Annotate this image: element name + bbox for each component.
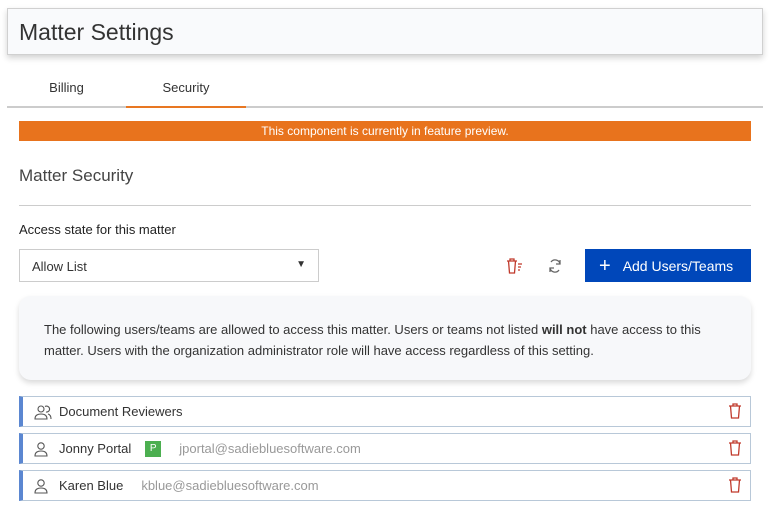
trash-icon [729, 440, 741, 456]
list-item: Karen Blue kblue@sadiebluesoftware.com [19, 470, 751, 501]
trash-list-icon [507, 258, 522, 274]
access-state-select[interactable]: Allow List ▼ [19, 249, 319, 282]
list-item: Document Reviewers [19, 396, 751, 427]
divider [19, 205, 751, 206]
access-state-label: Access state for this matter [19, 222, 176, 237]
refresh-icon [549, 259, 561, 273]
add-users-teams-label: Add Users/Teams [622, 257, 734, 274]
tab-security[interactable]: Security [126, 80, 246, 108]
trash-icon [729, 477, 741, 493]
list-item: Jonny Portal P jportal@sadiebluesoftware… [19, 433, 751, 464]
entry-name: Karen Blue [59, 478, 124, 493]
trash-icon [729, 403, 741, 419]
entry-name: Jonny Portal [59, 441, 132, 456]
delete-entry-button[interactable] [728, 440, 742, 459]
team-icon [33, 404, 53, 420]
add-users-teams-button[interactable]: + Add Users/Teams [585, 249, 751, 282]
tab-bar: Billing Security [7, 72, 763, 108]
caret-down-icon: ▼ [296, 259, 306, 270]
entry-email: kblue@sadiebluesoftware.com [141, 478, 319, 493]
user-icon [33, 441, 53, 457]
tab-billing[interactable]: Billing [7, 80, 126, 108]
delete-entry-button[interactable] [728, 403, 742, 422]
entry-name: Document Reviewers [59, 404, 183, 419]
page-title: Matter Settings [19, 19, 174, 45]
portal-badge: P [145, 440, 162, 457]
plus-icon: + [599, 254, 611, 277]
refresh-button[interactable] [545, 256, 565, 276]
clear-list-button[interactable] [505, 256, 525, 276]
section-title: Matter Security [19, 166, 134, 185]
page-header: Matter Settings [7, 8, 763, 55]
feature-preview-banner: This component is currently in feature p… [19, 121, 751, 141]
delete-entry-button[interactable] [728, 477, 742, 496]
info-text: The following users/teams are allowed to… [44, 322, 542, 337]
entry-email: jportal@sadiebluesoftware.com [179, 441, 361, 456]
info-card: The following users/teams are allowed to… [19, 296, 751, 380]
user-icon [33, 478, 53, 494]
info-text-bold: will not [541, 322, 587, 337]
access-state-value: Allow List [32, 259, 87, 274]
